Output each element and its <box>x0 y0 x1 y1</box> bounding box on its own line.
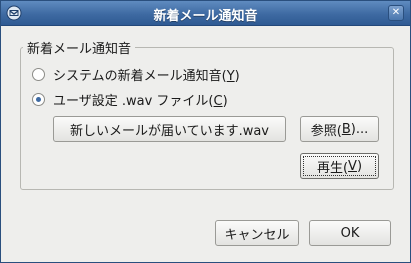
user-wav-option[interactable]: ユーザ設定 .wav ファイル(C) <box>32 90 228 109</box>
ok-button[interactable]: OK <box>309 220 391 246</box>
wav-file-chooser-button[interactable]: 新しいメールが届いています.wav <box>53 116 286 142</box>
close-icon: ✕ <box>391 7 401 18</box>
title-bar[interactable]: 新着メール通知音 ✕ <box>1 1 410 26</box>
user-wav-radio[interactable] <box>32 92 45 106</box>
close-window-button[interactable]: ✕ <box>388 5 404 21</box>
cancel-button[interactable]: キャンセル <box>215 220 299 246</box>
user-wav-label[interactable]: ユーザ設定 .wav ファイル(C) <box>53 90 228 109</box>
group-legend: 新着メール通知音 <box>23 38 136 57</box>
play-button[interactable]: 再生(V) <box>300 153 379 179</box>
system-sound-radio[interactable] <box>32 67 45 81</box>
browse-button[interactable]: 参照(B)... <box>300 116 379 142</box>
dialog-window: 新着メール通知音 ✕ 新着メール通知音 システムの新着メール通知音(Y) ユーザ… <box>0 0 411 263</box>
wav-file-name: 新しいメールが届いています.wav <box>69 123 270 139</box>
system-sound-label[interactable]: システムの新着メール通知音(Y) <box>53 65 240 84</box>
window-title: 新着メール通知音 <box>153 9 258 24</box>
system-sound-option[interactable]: システムの新着メール通知音(Y) <box>32 65 240 84</box>
